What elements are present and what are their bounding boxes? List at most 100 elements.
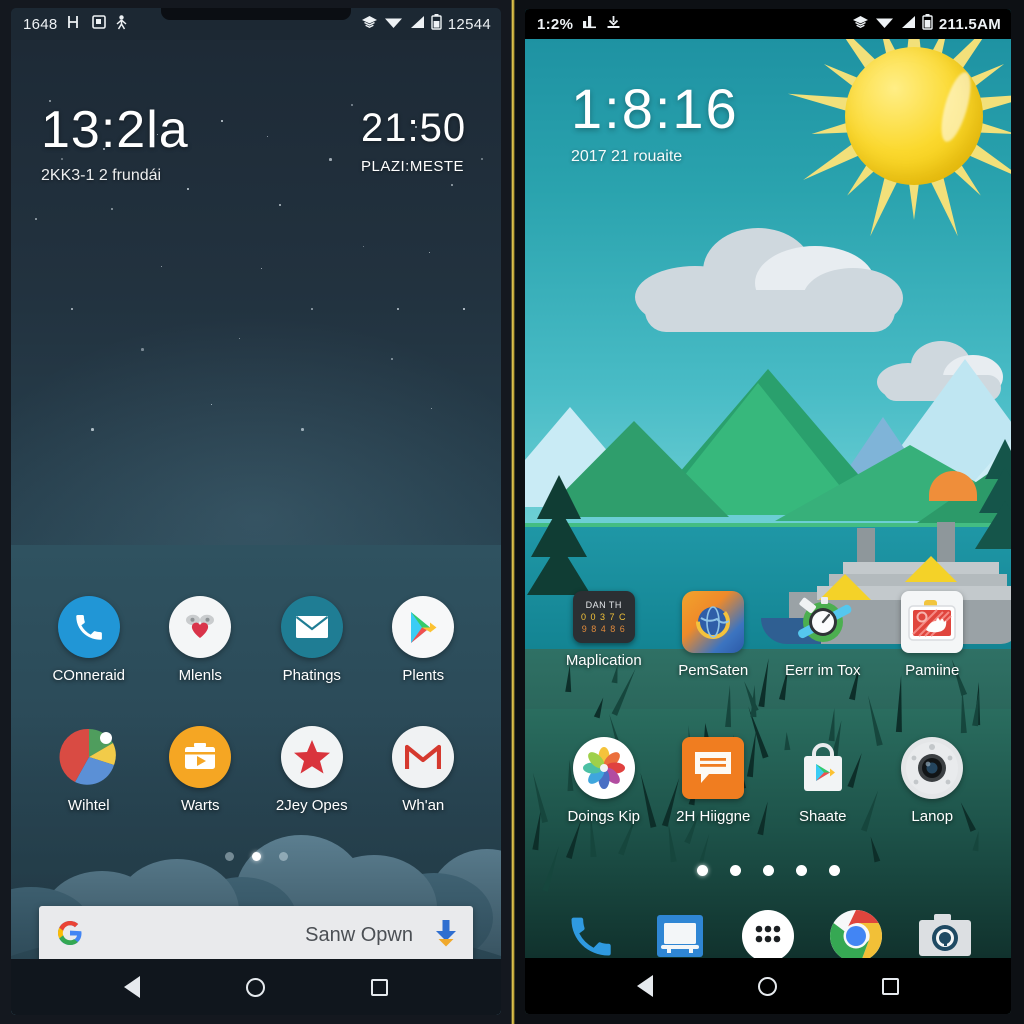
right-nav-bar (525, 958, 1011, 1014)
wifi-icon (384, 15, 403, 33)
phone-dock-icon[interactable] (562, 907, 620, 965)
page-dot[interactable] (225, 852, 234, 861)
page-dot[interactable] (796, 865, 807, 876)
star (279, 204, 281, 206)
battery-icon (922, 14, 933, 34)
mini-widget-line2: 9 8 4 8 6 (582, 624, 626, 634)
left-phone-screen: 1648 12544 13:2la 2KK3-1 2 frundái 21:50… (11, 8, 501, 1015)
back-icon[interactable] (637, 975, 653, 997)
app-icon-gmail[interactable]: Wh'an (368, 726, 480, 814)
home-icon[interactable] (246, 978, 265, 997)
right-clock-widget[interactable]: 1:8:16 2017 21 rouaite (571, 81, 739, 166)
messages-icon (682, 737, 744, 799)
right-status-right-text: 211.5AM (939, 16, 1001, 33)
star (329, 158, 332, 161)
signal-icon (900, 15, 916, 33)
star (221, 120, 223, 122)
page-dot[interactable] (279, 852, 288, 861)
app-icon-heart[interactable]: Mlenls (145, 596, 257, 684)
star (161, 266, 162, 267)
star (267, 136, 268, 137)
chrome-dock-icon[interactable] (827, 907, 885, 965)
app-icon-compass-tools[interactable]: Eerr im Tox (768, 591, 878, 679)
laptop-dock-icon[interactable] (651, 907, 709, 965)
star (71, 308, 73, 310)
left-status-right-text: 12544 (448, 16, 491, 33)
app-label: COnneraid (52, 667, 125, 684)
star (111, 208, 113, 210)
tv-hand-icon (901, 591, 963, 653)
recents-icon[interactable] (882, 978, 899, 995)
page-dot[interactable] (730, 865, 741, 876)
phone-icon (58, 596, 120, 658)
back-icon[interactable] (124, 976, 140, 998)
person-icon (115, 15, 128, 34)
star-icon (281, 726, 343, 788)
mail-icon (281, 596, 343, 658)
right-page-indicator[interactable] (525, 865, 1011, 876)
gmail-icon (392, 726, 454, 788)
app-label: Warts (181, 797, 220, 814)
play-store-icon (392, 596, 454, 658)
app-icon-clock-widget[interactable]: DAN TH 0 0 3 7 C 9 8 4 8 6 Maplication (549, 591, 659, 679)
left-clock2-subtitle: PLAZI:MESTE (361, 158, 466, 175)
recents-icon[interactable] (371, 979, 388, 996)
app-label: Eerr im Tox (785, 662, 861, 679)
search-input-text[interactable]: Sanw Opwn (305, 924, 413, 947)
page-dot[interactable] (829, 865, 840, 876)
app-label: Plents (402, 667, 444, 684)
star (187, 188, 189, 190)
app-label: 2H Hiiggne (676, 808, 750, 825)
left-app-grid-row2: Wihtel Warts 2Jey Opes Wh'an (11, 726, 501, 814)
app-label: Wihtel (68, 797, 110, 814)
left-clock-widget-primary[interactable]: 13:2la 2KK3-1 2 frundái (41, 104, 189, 185)
app-label: Doings Kip (567, 808, 640, 825)
app-icon-pie-chart[interactable]: Wihtel (33, 726, 145, 814)
app-icon-messages[interactable]: 2H Hiiggne (659, 737, 769, 825)
signal-icon (409, 15, 425, 33)
right-dock (525, 907, 1011, 965)
app-icon-toolbox[interactable]: Warts (145, 726, 257, 814)
app-icon-mail[interactable]: Phatings (256, 596, 368, 684)
left-phone-notch (161, 8, 351, 20)
app-drawer-icon[interactable] (739, 907, 797, 965)
download-arrow-icon[interactable] (435, 918, 457, 953)
compass-tools-icon (792, 591, 854, 653)
left-nav-bar (11, 959, 501, 1015)
app-icon-tv-hand[interactable]: Pamiine (878, 591, 988, 679)
page-dot[interactable] (697, 865, 708, 876)
app-icon-play-store-bag[interactable]: Shaate (768, 737, 878, 825)
cast-icon (852, 15, 869, 34)
google-g-icon (55, 918, 85, 953)
app-icon-browser[interactable]: PemSaten (659, 591, 769, 679)
left-clock-widget-secondary[interactable]: 21:50 PLAZI:MESTE (361, 108, 466, 175)
camera-dock-icon[interactable] (916, 907, 974, 965)
app-icon-camera-lens[interactable]: Lanop (878, 737, 988, 825)
star (481, 158, 483, 160)
star (429, 252, 430, 253)
left-clock-time: 13:2la (41, 104, 189, 156)
right-status-time: 1:2% (537, 16, 573, 33)
left-status-time: 1648 (23, 16, 58, 33)
screenshot-icon (92, 15, 106, 33)
star (351, 104, 353, 106)
right-phone-screen: 1:2% 211.5AM 1:8:16 2017 21 rouaite DAN … (525, 9, 1011, 1014)
toolbox-play-icon (169, 726, 231, 788)
page-dot[interactable] (763, 865, 774, 876)
google-search-bar[interactable]: Sanw Opwn (39, 906, 473, 964)
app-icon-star[interactable]: 2Jey Opes (256, 726, 368, 814)
page-dot[interactable] (252, 852, 261, 861)
app-icon-photos[interactable]: Doings Kip (549, 737, 659, 825)
cloud-large (635, 224, 905, 334)
app-icon-play-store[interactable]: Plents (368, 596, 480, 684)
left-page-indicator[interactable] (11, 852, 501, 861)
clock-widget-icon: DAN TH 0 0 3 7 C 9 8 4 8 6 (573, 591, 635, 643)
app-icon-phone[interactable]: COnneraid (33, 596, 145, 684)
home-icon[interactable] (758, 977, 777, 996)
hd-icon (67, 15, 83, 33)
star (35, 218, 37, 220)
star (311, 308, 313, 310)
pine-tree-right (977, 439, 1011, 549)
pine-tree-left (529, 475, 589, 595)
app-label: Shaate (799, 808, 847, 825)
